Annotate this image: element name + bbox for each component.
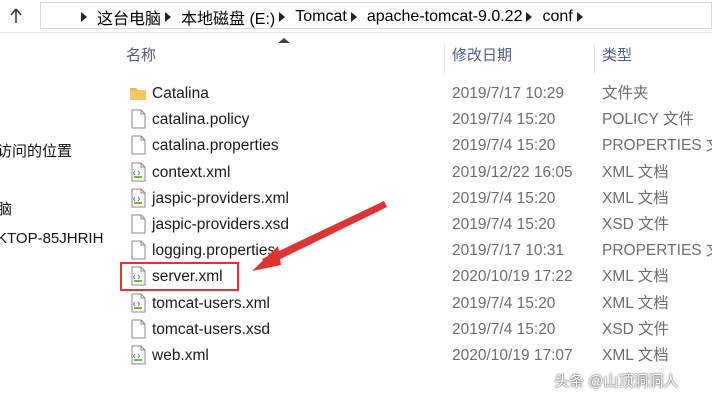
file-type: XML 文档 — [602, 189, 669, 207]
file-name: catalina.properties — [152, 137, 279, 155]
file-name: logging.properties — [152, 242, 276, 260]
file-type: POLICY 文件 — [602, 111, 694, 129]
file-date-modified: 2019/12/22 16:05 — [452, 163, 573, 181]
file-icon — [129, 214, 147, 234]
file-name: context.xml — [152, 163, 231, 181]
file-name: tomcat-users.xsd — [152, 320, 271, 338]
xml-file-icon — [129, 293, 147, 313]
chevron-right-icon[interactable] — [350, 12, 357, 22]
breadcrumb-item[interactable]: apache-tomcat-9.0.22 — [367, 8, 523, 26]
file-row[interactable]: context.xml 2019/12/22 16:05 XML 文档 — [104, 159, 712, 185]
watermark: 头条 @山顶洞洞人 — [554, 373, 679, 390]
file-row[interactable]: tomcat-users.xsd 2019/7/4 15:20 XSD 文件 — [104, 316, 712, 342]
file-type: XML 文档 — [602, 163, 669, 181]
file-date-modified: 2019/7/4 15:20 — [452, 294, 556, 312]
file-row[interactable]: jaspic-providers.xsd 2019/7/4 15:20 XSD 文件 — [104, 211, 712, 237]
column-date-modified[interactable]: 修改日期 — [452, 34, 512, 74]
file-row[interactable]: catalina.properties 2019/7/4 15:20 PROPERT… — [104, 132, 712, 158]
xml-file-icon — [129, 188, 147, 208]
sort-ascending-icon — [278, 38, 290, 43]
xml-file-icon — [129, 162, 147, 182]
file-date-modified: 2019/7/4 15:20 — [452, 320, 556, 338]
file-date-modified: 2019/7/4 15:20 — [452, 189, 556, 207]
file-type: XSD 文件 — [602, 320, 670, 338]
file-date-modified: 2020/10/19 17:07 — [452, 347, 573, 364]
file-date-modified: 2019/7/4 15:20 — [452, 111, 556, 129]
file-name: jaspic-providers.xml — [152, 189, 289, 207]
column-divider[interactable] — [444, 44, 445, 74]
xml-file-icon — [129, 345, 147, 365]
breadcrumb-item[interactable]: Tomcat — [295, 8, 347, 26]
file-date-modified: 2019/7/4 15:20 — [452, 137, 556, 155]
column-type[interactable]: 类型 — [602, 34, 632, 74]
file-name: catalina.policy — [152, 111, 250, 129]
column-divider[interactable] — [594, 44, 595, 74]
breadcrumb: 这台电脑 本地磁盘 (E:) Tomcat apache-tomcat-9.0.… — [77, 3, 593, 31]
file-date-modified: 2019/7/4 15:20 — [452, 216, 556, 233]
file-type: 文件夹 — [602, 85, 649, 102]
chevron-right-icon[interactable] — [576, 12, 583, 22]
file-row[interactable]: jaspic-providers.xml 2019/7/4 15:20 XML 文档 — [104, 185, 712, 211]
address-field[interactable]: 这台电脑 本地磁盘 (E:) Tomcat apache-tomcat-9.0.… — [40, 2, 712, 29]
column-name[interactable]: 名称 — [126, 34, 156, 74]
file-row[interactable]: Catalina 2019/7/17 10:29 文件夹 — [104, 80, 712, 106]
file-date-modified: 2019/7/17 10:31 — [452, 242, 565, 260]
file-date-modified: 2019/7/17 10:29 — [452, 85, 565, 102]
file-type: XML 文档 — [602, 347, 669, 364]
file-row[interactable]: tomcat-users.xml 2019/7/4 15:20 XML 文档 — [104, 290, 712, 316]
breadcrumb-item[interactable]: conf — [542, 8, 572, 26]
file-name: tomcat-users.xml — [152, 294, 270, 312]
chevron-right-icon[interactable] — [81, 12, 87, 22]
address-bar: 这台电脑 本地磁盘 (E:) Tomcat apache-tomcat-9.0.… — [0, 0, 712, 33]
navigation-pane: 访问的位置 脑 KTOP-85JHRIH — [0, 32, 104, 401]
file-name: web.xml — [152, 347, 209, 364]
file-name: Catalina — [152, 85, 209, 102]
file-icon — [129, 109, 147, 129]
chevron-right-icon[interactable] — [279, 12, 286, 22]
column-header: 名称 修改日期 类型 — [104, 34, 712, 74]
nav-item-desktop-computer[interactable]: KTOP-85JHRIH — [0, 230, 103, 247]
nav-item-this-pc[interactable]: 脑 — [0, 198, 12, 219]
highlight-box — [120, 262, 239, 291]
chevron-right-icon[interactable] — [526, 12, 533, 22]
file-type: PROPERTIES 文件 — [602, 137, 712, 155]
up-arrow-icon[interactable] — [0, 0, 32, 32]
chevron-right-icon[interactable] — [165, 12, 172, 22]
nav-item-recent-places[interactable]: 访问的位置 — [0, 140, 72, 161]
file-row[interactable]: catalina.policy 2019/7/4 15:20 POLICY 文件 — [104, 106, 712, 132]
file-icon — [129, 135, 147, 155]
file-row[interactable]: web.xml 2020/10/19 17:07 XML 文档 — [104, 342, 712, 368]
file-name: jaspic-providers.xsd — [152, 216, 289, 233]
file-type: XSD 文件 — [602, 216, 670, 233]
file-icon — [129, 319, 147, 339]
breadcrumb-item[interactable]: 本地磁盘 (E:) — [181, 5, 275, 29]
file-type: PROPERTIES 文件 — [602, 242, 712, 260]
file-type: XML 文档 — [602, 268, 669, 286]
file-icon — [129, 240, 147, 260]
folder-icon — [129, 83, 147, 103]
file-date-modified: 2020/10/19 17:22 — [452, 268, 573, 286]
file-row[interactable]: logging.properties 2019/7/17 10:31 PROPERT… — [104, 237, 712, 263]
file-type: XML 文档 — [602, 294, 669, 312]
breadcrumb-item[interactable]: 这台电脑 — [97, 5, 161, 29]
